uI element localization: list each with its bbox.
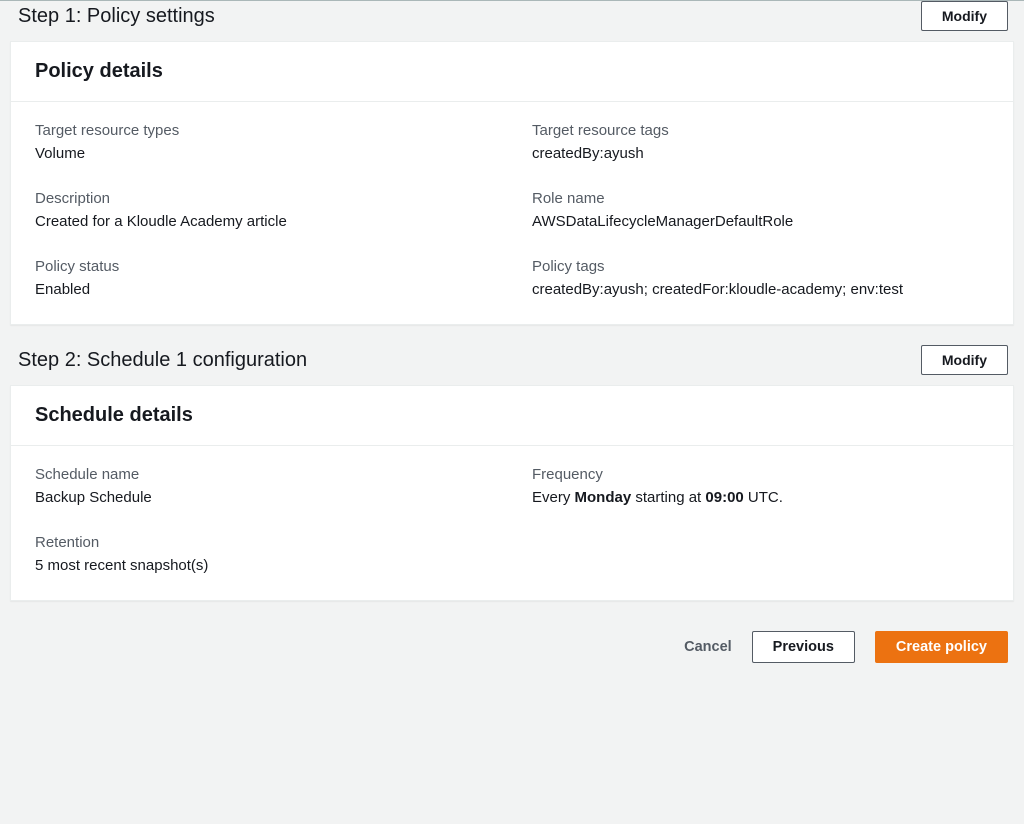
step1-header: Step 1: Policy settings Modify — [0, 0, 1024, 31]
step1-modify-button[interactable]: Modify — [921, 1, 1008, 31]
field-value: 5 most recent snapshot(s) — [35, 555, 492, 576]
policy-details-card-header: Policy details — [11, 42, 1013, 102]
policy-details-card: Policy details Target resource types Vol… — [10, 41, 1014, 325]
field-value: createdBy:ayush; createdFor:kloudle-acad… — [532, 279, 989, 300]
schedule-details-card-title: Schedule details — [35, 404, 989, 427]
field-target-resource-tags: Target resource tags createdBy:ayush — [532, 122, 989, 164]
field-label: Description — [35, 190, 492, 207]
frequency-day: Monday — [575, 489, 632, 506]
field-label: Policy status — [35, 258, 492, 275]
field-label: Schedule name — [35, 466, 492, 483]
field-value: Created for a Kloudle Academy article — [35, 211, 492, 232]
cancel-button[interactable]: Cancel — [684, 639, 732, 655]
frequency-time: 09:00 — [705, 489, 743, 506]
previous-button[interactable]: Previous — [752, 631, 855, 663]
wizard-footer: Cancel Previous Create policy — [0, 621, 1024, 679]
field-value: Volume — [35, 143, 492, 164]
field-description: Description Created for a Kloudle Academ… — [35, 190, 492, 232]
field-label: Target resource tags — [532, 122, 989, 139]
field-value: createdBy:ayush — [532, 143, 989, 164]
field-value: Enabled — [35, 279, 492, 300]
field-value: Backup Schedule — [35, 487, 492, 508]
create-policy-button[interactable]: Create policy — [875, 631, 1008, 663]
frequency-suffix: UTC. — [744, 489, 783, 506]
schedule-details-card: Schedule details Schedule name Backup Sc… — [10, 385, 1014, 601]
field-label: Target resource types — [35, 122, 492, 139]
field-role-name: Role name AWSDataLifecycleManagerDefault… — [532, 190, 989, 232]
field-value: AWSDataLifecycleManagerDefaultRole — [532, 211, 989, 232]
step2-title: Step 2: Schedule 1 configuration — [18, 349, 307, 372]
field-policy-tags: Policy tags createdBy:ayush; createdFor:… — [532, 258, 989, 300]
field-label: Frequency — [532, 466, 989, 483]
field-schedule-name: Schedule name Backup Schedule — [35, 466, 492, 508]
field-label: Policy tags — [532, 258, 989, 275]
field-retention: Retention 5 most recent snapshot(s) — [35, 534, 492, 576]
field-value: Every Monday starting at 09:00 UTC. — [532, 487, 989, 508]
frequency-mid: starting at — [631, 489, 705, 506]
policy-details-card-title: Policy details — [35, 60, 989, 83]
field-target-resource-types: Target resource types Volume — [35, 122, 492, 164]
schedule-details-card-body: Schedule name Backup Schedule Frequency … — [11, 446, 1013, 600]
field-label: Retention — [35, 534, 492, 551]
field-label: Role name — [532, 190, 989, 207]
policy-details-card-body: Target resource types Volume Target reso… — [11, 102, 1013, 324]
field-policy-status: Policy status Enabled — [35, 258, 492, 300]
step2-modify-button[interactable]: Modify — [921, 345, 1008, 375]
frequency-prefix: Every — [532, 489, 575, 506]
step2-header: Step 2: Schedule 1 configuration Modify — [0, 345, 1024, 375]
step1-title: Step 1: Policy settings — [18, 5, 215, 28]
field-frequency: Frequency Every Monday starting at 09:00… — [532, 466, 989, 508]
schedule-details-card-header: Schedule details — [11, 386, 1013, 446]
